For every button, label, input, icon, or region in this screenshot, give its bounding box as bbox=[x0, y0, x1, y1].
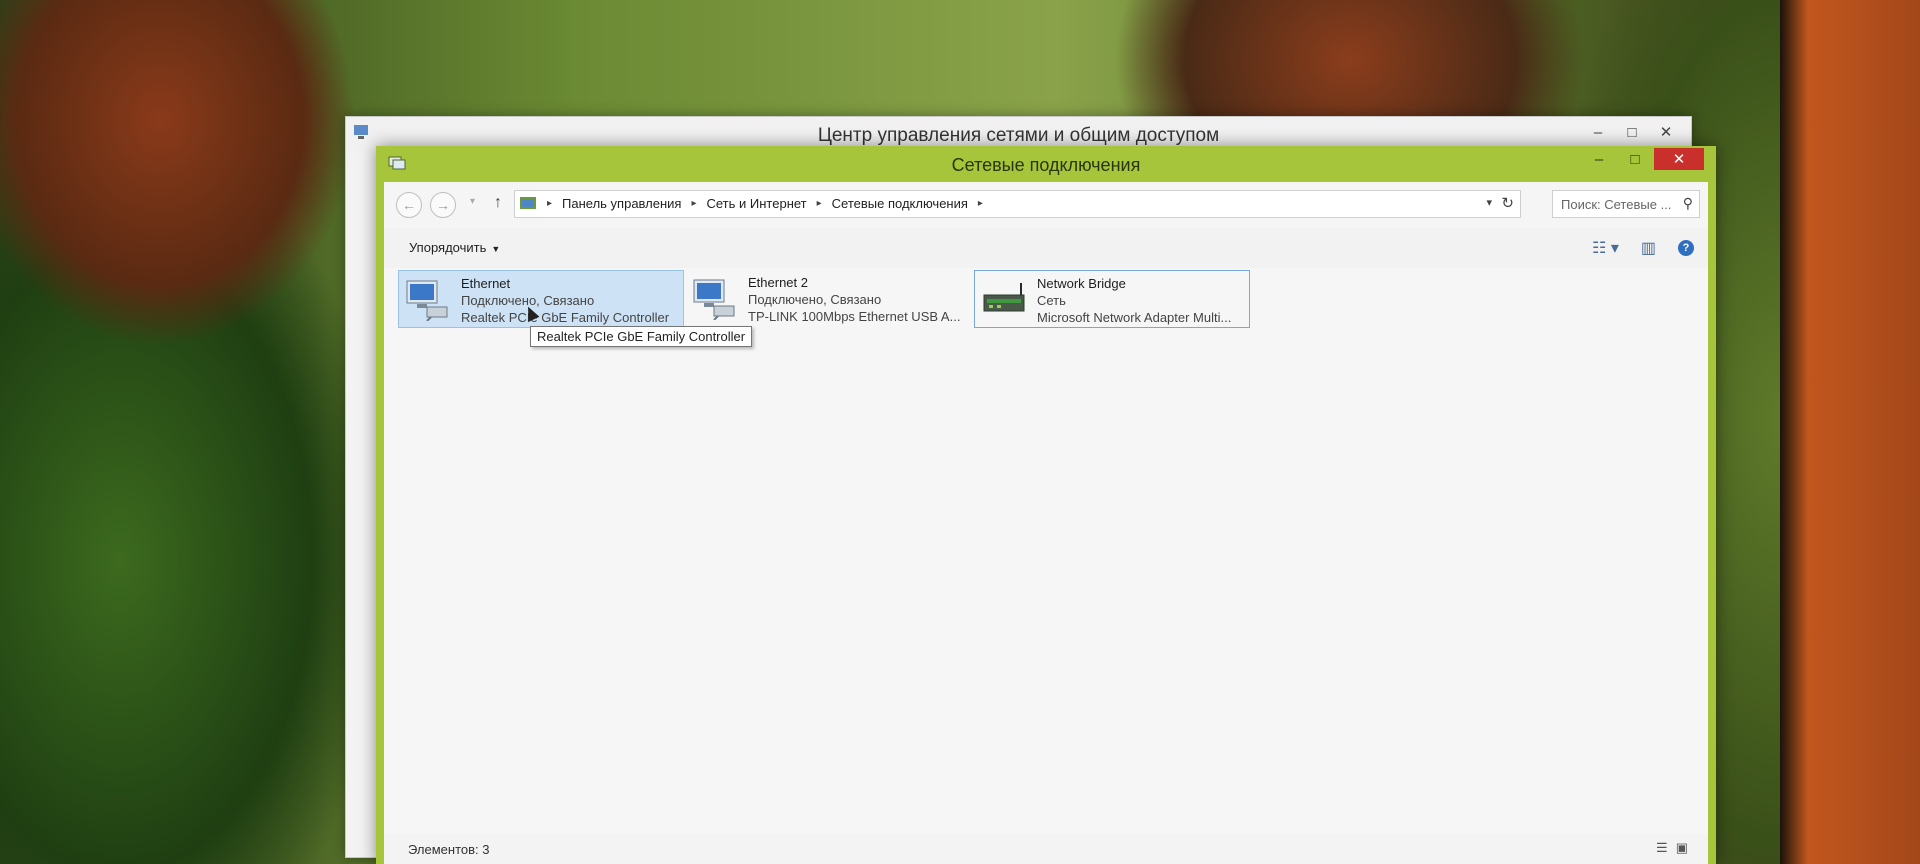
connection-status: Сеть bbox=[1037, 293, 1066, 308]
network-connections-window[interactable]: Сетевые подключения – □ ✕ ← → ▾ ↑ ▸ Пане… bbox=[376, 146, 1716, 864]
connection-status: Подключено, Связано bbox=[748, 292, 882, 307]
back-button[interactable]: ← bbox=[396, 192, 422, 218]
chevron-down-icon: ▼ bbox=[491, 244, 501, 254]
device-tooltip: Realtek PCIe GbE Family Controller bbox=[530, 326, 753, 347]
back-minimize-button[interactable]: – bbox=[1583, 121, 1613, 143]
wallpaper-right-edge bbox=[1780, 0, 1920, 864]
breadcrumb-chevron-icon[interactable]: ▸ bbox=[691, 196, 696, 211]
connection-name: Ethernet bbox=[461, 276, 511, 291]
items-count: Элементов: 3 bbox=[408, 842, 490, 857]
preview-pane-icon[interactable]: ▥ bbox=[1641, 238, 1656, 258]
breadcrumb: ▸ Панель управления ▸ Сеть и Интернет ▸ … bbox=[547, 196, 983, 211]
breadcrumb-control-panel[interactable]: Панель управления bbox=[562, 196, 681, 211]
maximize-button[interactable]: □ bbox=[1618, 148, 1652, 170]
connection-item-ethernet-2[interactable]: Ethernet 2 Подключено, Связано TP-LINK 1… bbox=[686, 270, 970, 326]
search-icon[interactable]: ⚲ bbox=[1683, 195, 1693, 212]
connection-name: Ethernet 2 bbox=[748, 275, 808, 290]
view-options-icon[interactable]: ☷ ▾ bbox=[1592, 238, 1619, 258]
up-button[interactable]: ↑ bbox=[494, 194, 502, 212]
breadcrumb-chevron-icon[interactable]: ▸ bbox=[817, 196, 822, 211]
network-bridge-icon bbox=[983, 283, 1025, 312]
connection-name: Network Bridge bbox=[1037, 276, 1126, 291]
control-panel-icon bbox=[520, 197, 536, 209]
search-placeholder: Поиск: Сетевые ... bbox=[1561, 197, 1672, 212]
navigation-bar: ← → ▾ ↑ ▸ Панель управления ▸ Сеть и Инт… bbox=[384, 182, 1708, 228]
help-icon[interactable]: ? bbox=[1678, 240, 1694, 256]
breadcrumb-root-chevron-icon[interactable]: ▸ bbox=[547, 196, 552, 211]
breadcrumb-network-internet[interactable]: Сеть и Интернет bbox=[707, 196, 807, 211]
window-titlebar[interactable]: Сетевые подключения – □ ✕ bbox=[376, 146, 1716, 182]
status-bar: Элементов: 3 ☰ ▣ bbox=[384, 834, 1708, 864]
refresh-icon[interactable]: ↻ bbox=[1501, 194, 1514, 212]
address-dropdown-icon[interactable]: ▾ bbox=[1486, 196, 1492, 209]
connection-status: Подключено, Связано bbox=[461, 293, 595, 308]
organize-menu-button[interactable]: Упорядочить ▼ bbox=[409, 240, 500, 255]
connection-device: TP-LINK 100Mbps Ethernet USB A... bbox=[748, 309, 961, 324]
recent-locations-chevron-icon[interactable]: ▾ bbox=[470, 196, 475, 207]
network-adapter-icon bbox=[693, 279, 735, 320]
connection-item-ethernet[interactable]: Ethernet Подключено, Связано Realtek PCI… bbox=[398, 270, 684, 328]
breadcrumb-chevron-icon[interactable]: ▸ bbox=[978, 196, 983, 211]
window-client-area: ← → ▾ ↑ ▸ Панель управления ▸ Сеть и Инт… bbox=[384, 182, 1708, 864]
breadcrumb-network-connections[interactable]: Сетевые подключения bbox=[832, 196, 968, 211]
command-bar: Упорядочить ▼ ☷ ▾ ▥ ? bbox=[384, 228, 1708, 268]
connection-device: Realtek PCIe GbE Family Controller bbox=[461, 310, 670, 325]
window-title: Сетевые подключения bbox=[951, 155, 1141, 175]
details-view-icon[interactable]: ☰ bbox=[1656, 840, 1668, 856]
search-input[interactable]: Поиск: Сетевые ... ⚲ bbox=[1552, 190, 1700, 218]
address-bar[interactable]: ▸ Панель управления ▸ Сеть и Интернет ▸ … bbox=[514, 190, 1521, 218]
back-maximize-button[interactable]: □ bbox=[1617, 121, 1647, 143]
forward-button[interactable]: → bbox=[430, 192, 456, 218]
close-button[interactable]: ✕ bbox=[1654, 148, 1704, 170]
network-adapter-icon bbox=[406, 280, 448, 321]
connections-list: Ethernet Подключено, Связано Realtek PCI… bbox=[384, 268, 1708, 834]
organize-label: Упорядочить bbox=[409, 240, 487, 255]
back-close-button[interactable]: ✕ bbox=[1651, 121, 1681, 143]
minimize-button[interactable]: – bbox=[1582, 148, 1616, 170]
connection-item-network-bridge[interactable]: Network Bridge Сеть Microsoft Network Ad… bbox=[974, 270, 1250, 328]
large-icons-view-icon[interactable]: ▣ bbox=[1676, 840, 1688, 856]
back-window-title: Центр управления сетями и общим доступом bbox=[817, 125, 1220, 146]
connection-device: Microsoft Network Adapter Multi... bbox=[1037, 310, 1232, 325]
